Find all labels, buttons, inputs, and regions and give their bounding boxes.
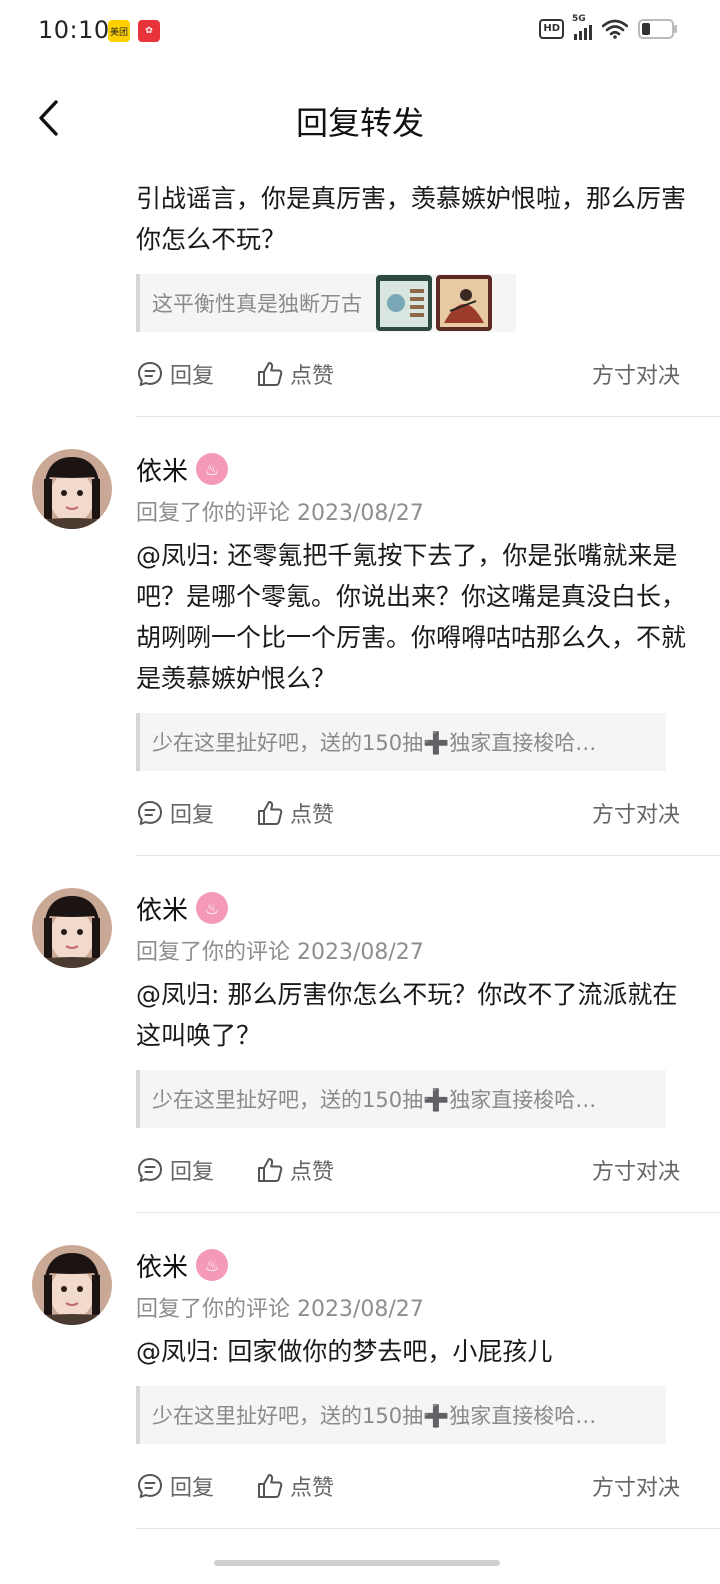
reply-label: 回复 xyxy=(170,1160,215,1185)
avatar[interactable] xyxy=(32,888,112,968)
comment-item[interactable]: 依米 ♨ 回复了你的评论 2023/08/27 @凤归: 回家做你的梦去吧，小屁… xyxy=(0,1213,720,1529)
status-time: 10:10 xyxy=(38,16,110,44)
like-label: 点赞 xyxy=(290,1476,335,1501)
user-row: 依米 ♨ xyxy=(136,888,696,928)
nav-header: 回复转发 xyxy=(0,80,720,158)
like-label: 点赞 xyxy=(290,1160,335,1185)
avatar[interactable] xyxy=(32,1245,112,1325)
username[interactable]: 依米 xyxy=(136,890,188,927)
meituan-app-icon: 美团 xyxy=(108,20,130,42)
avatar-image xyxy=(32,1245,112,1325)
quoted-comment[interactable]: 少在这里扯好吧，送的150抽➕独家直接梭哈… xyxy=(136,713,666,771)
comment-actions: 回复 点赞 方寸对决 xyxy=(136,771,696,855)
quoted-comment[interactable]: 少在这里扯好吧，送的150抽➕独家直接梭哈… xyxy=(136,1070,666,1128)
signal-icon: 5G xyxy=(572,14,592,40)
comment-bubble-icon xyxy=(138,1158,162,1182)
quoted-comment-text: 这平衡性真是独断万古 xyxy=(152,292,362,316)
quoted-comment-text: 少在这里扯好吧，送的150抽➕独家直接梭哈… xyxy=(152,1404,597,1428)
comment-bubble-icon xyxy=(138,801,162,825)
divider xyxy=(136,1528,720,1529)
page-title: 回复转发 xyxy=(295,104,424,142)
topic-link[interactable]: 方寸对决 xyxy=(592,797,680,829)
avatar-image xyxy=(32,888,112,968)
comment-meta: 回复了你的评论 2023/08/27 xyxy=(136,501,424,526)
reply-button[interactable]: 回复 xyxy=(136,358,214,390)
user-row: 依米 ♨ xyxy=(136,449,696,489)
level-badge-icon: ♨ xyxy=(196,453,229,485)
reply-button[interactable]: 回复 xyxy=(136,797,214,829)
topic-link[interactable]: 方寸对决 xyxy=(592,1470,680,1502)
comment-item[interactable]: 引战谣言，你是真厉害，羡慕嫉妒恨啦，那么厉害你怎么不玩？ 这平衡性真是独断万古 xyxy=(0,178,720,417)
thumbs-up-icon xyxy=(258,362,283,386)
level-badge-icon: ♨ xyxy=(196,1249,229,1281)
avatar[interactable] xyxy=(32,449,112,529)
quoted-comment[interactable]: 这平衡性真是独断万古 xyxy=(136,274,516,332)
comment-actions: 回复 点赞 方寸对决 xyxy=(136,332,696,416)
reply-label: 回复 xyxy=(170,803,215,828)
like-label: 点赞 xyxy=(290,364,335,389)
hd-icon: HD xyxy=(539,19,564,39)
like-button[interactable]: 点赞 xyxy=(256,797,334,829)
comment-bubble-icon xyxy=(138,1474,162,1498)
comment-text: @凤归: 那么厉害你怎么不玩？你改不了流派就在这叫唤了？ xyxy=(136,980,678,1050)
thumbnail-image-2[interactable] xyxy=(436,275,492,331)
username[interactable]: 依米 xyxy=(136,1247,188,1284)
network-type: 5G xyxy=(572,14,586,24)
comment-list: 引战谣言，你是真厉害，羡慕嫉妒恨啦，那么厉害你怎么不玩？ 这平衡性真是独断万古 xyxy=(0,170,720,1529)
home-indicator[interactable] xyxy=(214,1560,500,1566)
reply-label: 回复 xyxy=(170,1476,215,1501)
reply-label: 回复 xyxy=(170,364,215,389)
thumbs-up-icon xyxy=(258,801,283,825)
status-bar: 10:10 美团 ✿ HD 5G xyxy=(0,0,720,64)
comment-meta: 回复了你的评论 2023/08/27 xyxy=(136,940,424,965)
like-button[interactable]: 点赞 xyxy=(256,1470,334,1502)
wifi-icon xyxy=(602,19,628,39)
thumbnail-image-1[interactable] xyxy=(376,275,432,331)
comment-bubble-icon xyxy=(138,362,162,386)
comment-item[interactable]: 依米 ♨ 回复了你的评论 2023/08/27 @凤归: 还零氪把千氪按下去了，… xyxy=(0,417,720,856)
like-button[interactable]: 点赞 xyxy=(256,1154,334,1186)
status-indicators: HD 5G xyxy=(539,14,677,40)
level-badge-icon: ♨ xyxy=(196,892,229,924)
battery-icon xyxy=(638,19,677,39)
comment-actions: 回复 点赞 方寸对决 xyxy=(136,1444,696,1528)
comment-meta: 回复了你的评论 2023/08/27 xyxy=(136,1297,424,1322)
thumbs-up-icon xyxy=(258,1158,283,1182)
quoted-comment-text: 少在这里扯好吧，送的150抽➕独家直接梭哈… xyxy=(152,1088,597,1112)
user-row: 依米 ♨ xyxy=(136,1245,696,1285)
thumbs-up-icon xyxy=(258,1474,283,1498)
app-notification-icon: ✿ xyxy=(138,20,160,42)
reply-button[interactable]: 回复 xyxy=(136,1470,214,1502)
avatar-image xyxy=(32,449,112,529)
comment-text: @凤归: 回家做你的梦去吧，小屁孩儿 xyxy=(136,1337,553,1366)
reply-button[interactable]: 回复 xyxy=(136,1154,214,1186)
like-label: 点赞 xyxy=(290,803,335,828)
comment-actions: 回复 点赞 方寸对决 xyxy=(136,1128,696,1212)
comment-item[interactable]: 依米 ♨ 回复了你的评论 2023/08/27 @凤归: 那么厉害你怎么不玩？你… xyxy=(0,856,720,1213)
username[interactable]: 依米 xyxy=(136,451,188,488)
like-button[interactable]: 点赞 xyxy=(256,358,334,390)
topic-link[interactable]: 方寸对决 xyxy=(592,358,680,390)
quoted-comment-text: 少在这里扯好吧，送的150抽➕独家直接梭哈… xyxy=(152,731,597,755)
topic-link[interactable]: 方寸对决 xyxy=(592,1154,680,1186)
comment-text: 引战谣言，你是真厉害，羡慕嫉妒恨啦，那么厉害你怎么不玩？ xyxy=(136,184,687,254)
comment-text: @凤归: 还零氪把千氪按下去了，你是张嘴就来是吧？是哪个零氪。你说出来？你这嘴是… xyxy=(136,541,687,693)
quoted-comment[interactable]: 少在这里扯好吧，送的150抽➕独家直接梭哈… xyxy=(136,1386,666,1444)
